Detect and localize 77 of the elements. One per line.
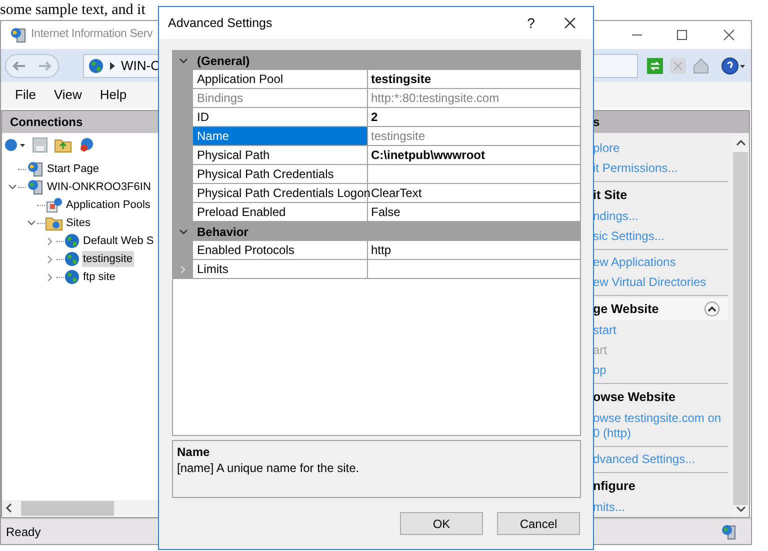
property-name[interactable]: Physical Path Credentials bbox=[193, 165, 368, 184]
status-text: Ready bbox=[6, 524, 41, 540]
menu-item[interactable]: File bbox=[15, 85, 36, 105]
scrollbar-thumb[interactable] bbox=[733, 152, 748, 506]
help-button[interactable]: ? bbox=[516, 12, 546, 34]
property-value[interactable]: testingsite bbox=[368, 127, 580, 146]
globe-icon bbox=[64, 269, 80, 285]
property-value[interactable]: http bbox=[368, 241, 580, 260]
expand-chevron-icon[interactable] bbox=[47, 236, 53, 246]
collapse-chevron-icon[interactable] bbox=[26, 220, 36, 226]
property-value[interactable]: testingsite bbox=[368, 70, 580, 89]
app-pools-icon bbox=[45, 197, 63, 213]
tree-item[interactable]: Application Pools bbox=[65, 196, 152, 214]
scroll-up-icon[interactable] bbox=[736, 139, 746, 147]
save-icon[interactable] bbox=[32, 137, 48, 153]
maximize-icon[interactable] bbox=[676, 29, 688, 41]
property-value[interactable]: http:*:80:testingsite.com bbox=[368, 89, 580, 108]
globe-icon bbox=[64, 233, 80, 249]
tree-item[interactable]: WIN-ONKROO3F6IN bbox=[46, 178, 152, 196]
back-forward-buttons[interactable] bbox=[5, 54, 59, 78]
property-name[interactable]: Name bbox=[193, 127, 368, 146]
cancel-button[interactable]: Cancel bbox=[497, 512, 580, 535]
background-text: some sample text, and it bbox=[0, 1, 146, 20]
disconnect-icon[interactable] bbox=[78, 137, 96, 153]
collapse-chevron-icon[interactable] bbox=[8, 184, 16, 190]
property-name[interactable]: Limits bbox=[193, 260, 368, 279]
pane-title: s bbox=[592, 114, 600, 131]
expand-chevron-icon[interactable] bbox=[47, 272, 53, 282]
tree-item[interactable]: testingsite bbox=[82, 250, 134, 268]
window-title: Internet Information Serv bbox=[31, 27, 153, 42]
pane-title: Connections bbox=[10, 114, 83, 131]
start-page-icon bbox=[26, 161, 44, 177]
description-title: Name bbox=[177, 444, 211, 460]
close-icon[interactable] bbox=[564, 17, 576, 29]
tree-item[interactable]: Default Web S bbox=[82, 232, 155, 250]
description-text: [name] A unique name for the site. bbox=[177, 460, 360, 476]
connect-icon[interactable] bbox=[4, 137, 26, 153]
property-name[interactable]: Physical Path bbox=[193, 146, 368, 165]
refresh-icon[interactable] bbox=[647, 58, 663, 74]
property-name[interactable]: Enabled Protocols bbox=[193, 241, 368, 260]
property-name[interactable]: Bindings bbox=[193, 89, 368, 108]
expand-chevron-icon[interactable] bbox=[47, 254, 53, 264]
collapse-chevron-icon[interactable] bbox=[178, 58, 188, 64]
server-icon bbox=[9, 27, 27, 43]
category-label[interactable]: Behavior bbox=[193, 222, 248, 240]
vertical-scrollbar[interactable] bbox=[732, 133, 749, 517]
help-icon[interactable] bbox=[721, 56, 745, 74]
up-folder-icon[interactable] bbox=[54, 137, 72, 153]
category-label[interactable]: (General) bbox=[193, 52, 250, 70]
dialog-title: Advanced Settings bbox=[168, 14, 272, 32]
collapse-chevron-icon[interactable] bbox=[178, 228, 188, 234]
back-arrow-icon[interactable] bbox=[12, 60, 26, 72]
tree-item[interactable]: Start Page bbox=[46, 160, 100, 178]
property-name[interactable]: Application Pool bbox=[193, 70, 368, 89]
breadcrumb-arrow-icon bbox=[110, 62, 115, 70]
tree-item[interactable]: ftp site bbox=[82, 268, 116, 286]
folder-icon bbox=[45, 215, 63, 231]
section-heading: ge Website bbox=[592, 300, 659, 318]
collapse-section-icon[interactable] bbox=[704, 301, 720, 317]
section-heading: nfigure bbox=[592, 478, 636, 495]
globe-icon bbox=[88, 58, 104, 74]
home-icon[interactable] bbox=[693, 58, 709, 74]
section-heading: it Site bbox=[592, 186, 628, 204]
property-value[interactable]: C:\inetpub\wwwroot bbox=[368, 146, 580, 165]
ok-button[interactable]: OK bbox=[400, 512, 483, 535]
menu-item[interactable]: Help bbox=[100, 85, 127, 105]
tree-item[interactable]: Sites bbox=[65, 214, 92, 232]
section-heading: owse Website bbox=[592, 388, 676, 406]
property-name[interactable]: Physical Path Credentials Logon bbox=[193, 184, 368, 203]
menu-item[interactable]: View bbox=[54, 85, 82, 105]
server-icon bbox=[721, 524, 737, 540]
scroll-down-icon[interactable] bbox=[736, 505, 746, 513]
scrollbar-thumb[interactable] bbox=[21, 500, 114, 516]
server-icon bbox=[26, 179, 44, 195]
globe-icon bbox=[64, 251, 80, 267]
property-value[interactable]: 2 bbox=[368, 108, 580, 127]
close-icon[interactable] bbox=[723, 29, 735, 41]
